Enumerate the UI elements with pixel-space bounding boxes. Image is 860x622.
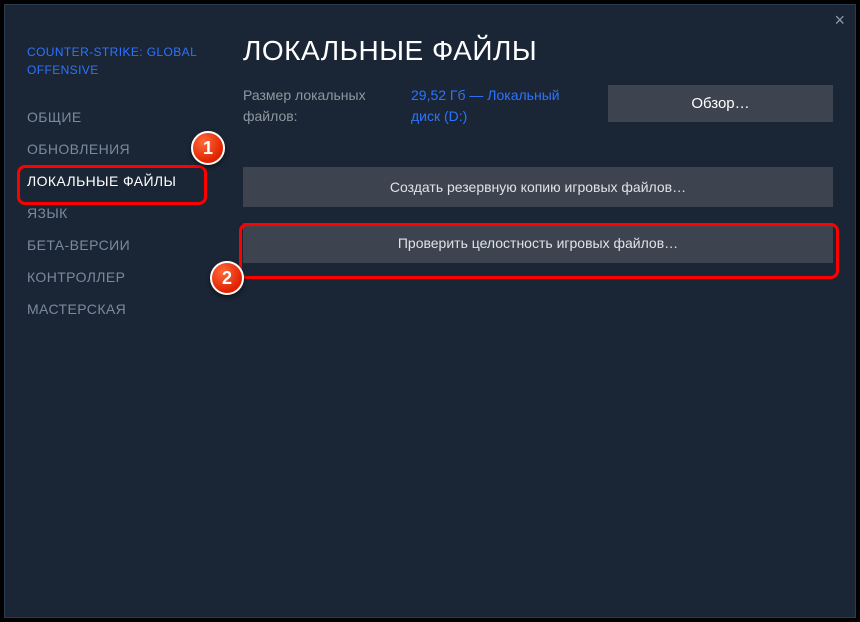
sidebar-item-updates[interactable]: ОБНОВЛЕНИЯ: [27, 133, 227, 165]
game-title: COUNTER-STRIKE: GLOBAL OFFENSIVE: [27, 43, 227, 79]
page-title: ЛОКАЛЬНЫЕ ФАЙЛЫ: [243, 35, 833, 67]
main-panel: ЛОКАЛЬНЫЕ ФАЙЛЫ Размер локальных файлов:…: [227, 35, 833, 597]
sidebar-item-workshop[interactable]: МАСТЕРСКАЯ: [27, 293, 227, 325]
content-area: COUNTER-STRIKE: GLOBAL OFFENSIVE ОБЩИЕ О…: [5, 5, 855, 617]
sidebar: COUNTER-STRIKE: GLOBAL OFFENSIVE ОБЩИЕ О…: [27, 35, 227, 597]
properties-window: × COUNTER-STRIKE: GLOBAL OFFENSIVE ОБЩИЕ…: [4, 4, 856, 618]
sidebar-item-controller[interactable]: КОНТРОЛЛЕР: [27, 261, 227, 293]
disk-info-row: Размер локальных файлов: 29,52 Гб — Лока…: [243, 85, 833, 127]
size-label: Размер локальных файлов:: [243, 85, 393, 127]
sidebar-item-betas[interactable]: БЕТА-ВЕРСИИ: [27, 229, 227, 261]
verify-button[interactable]: Проверить целостность игровых файлов…: [243, 223, 833, 263]
sidebar-item-general[interactable]: ОБЩИЕ: [27, 101, 227, 133]
browse-button[interactable]: Обзор…: [608, 85, 833, 122]
sidebar-item-language[interactable]: ЯЗЫК: [27, 197, 227, 229]
size-value: 29,52 Гб — Локальный диск (D:): [411, 85, 571, 127]
sidebar-item-local-files[interactable]: ЛОКАЛЬНЫЕ ФАЙЛЫ: [27, 165, 227, 197]
backup-button[interactable]: Создать резервную копию игровых файлов…: [243, 167, 833, 207]
close-icon[interactable]: ×: [834, 11, 845, 29]
